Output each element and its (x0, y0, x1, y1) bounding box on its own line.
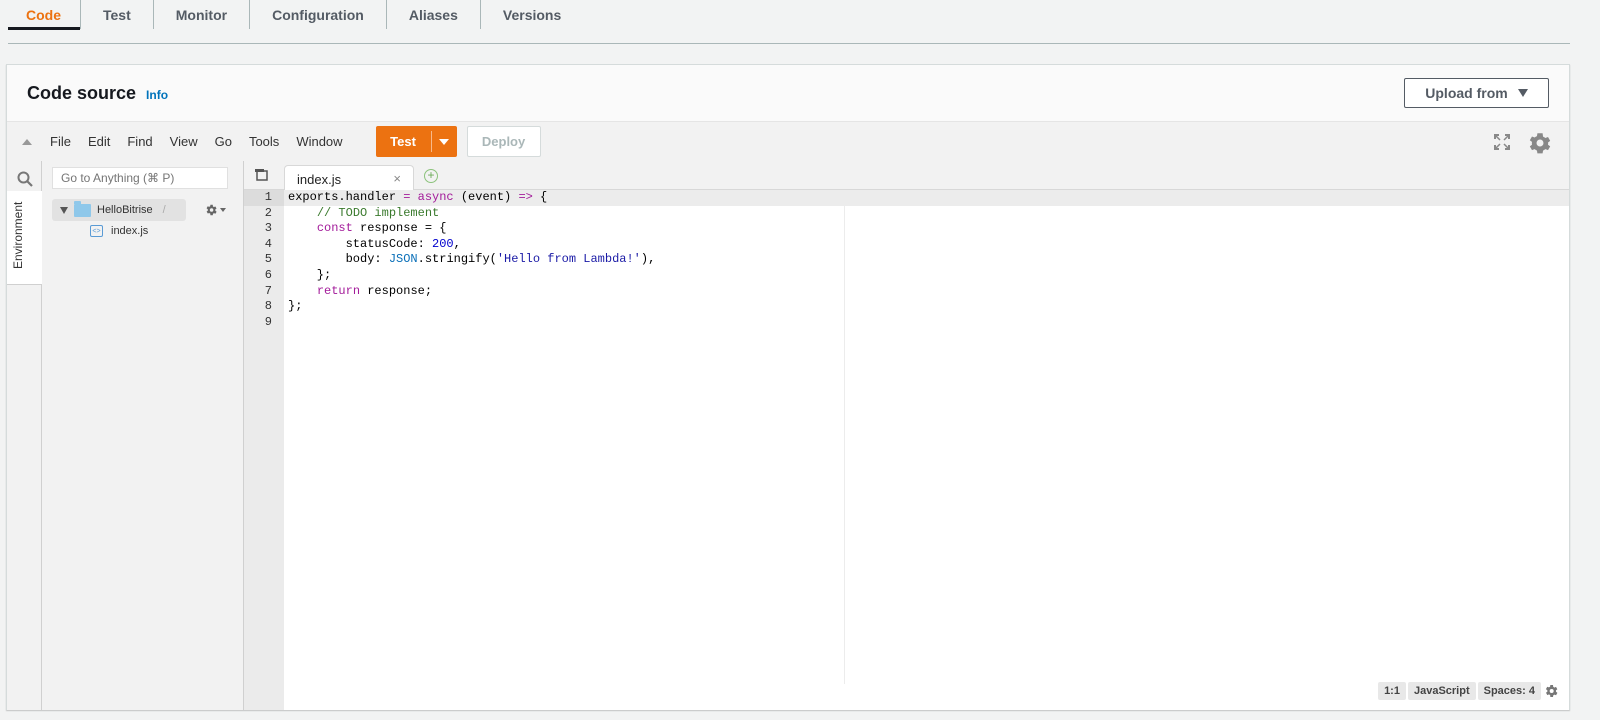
code-line: statusCode: 200, (288, 236, 461, 251)
line-number: 6 (264, 267, 272, 282)
environment-tab[interactable]: Environment (7, 191, 42, 285)
test-button-label: Test (376, 131, 432, 152)
menu-go[interactable]: Go (215, 134, 232, 149)
file-name: index.js (111, 225, 149, 237)
tab-code[interactable]: Code (8, 0, 81, 30)
code-line: // TODO implement (316, 205, 440, 220)
gear-icon[interactable] (1543, 683, 1559, 699)
code-line: return response; (316, 283, 433, 298)
tree-file-index[interactable]: <> index.js (90, 225, 148, 237)
indent-setting[interactable]: Spaces: 4 (1477, 682, 1541, 700)
info-link[interactable]: Info (146, 88, 168, 102)
file-tree: HelloBitrise / <> index.js (42, 161, 244, 710)
panel-title: Code source (27, 82, 137, 103)
deploy-button[interactable]: Deploy (466, 126, 541, 157)
test-dropdown-icon[interactable] (432, 138, 457, 145)
editor-status-bar: 1:1 JavaScript Spaces: 4 (1378, 681, 1559, 701)
tab-index-js[interactable]: index.js × (284, 165, 414, 191)
code-source-panel: Code source Info Upload from File Edit F… (6, 64, 1570, 710)
environment-label: Environment (11, 201, 25, 269)
editor-tab-bar: index.js × + (244, 161, 1569, 191)
line-number: 4 (264, 236, 272, 251)
folder-icon (74, 200, 91, 217)
js-file-icon: <> (90, 225, 103, 237)
go-to-anything-input[interactable] (52, 167, 228, 189)
panel-header: Code source Info Upload from (7, 65, 1569, 121)
caret-down-icon (1517, 89, 1528, 97)
tab-label: index.js (297, 172, 342, 187)
menu-window[interactable]: Window (296, 134, 342, 149)
code-editor[interactable]: exports.handler = async (event) => { // … (284, 190, 1569, 710)
tab-test[interactable]: Test (81, 0, 154, 29)
left-rail: Environment (7, 161, 42, 710)
print-margin (844, 190, 845, 684)
root-separator: / (162, 204, 166, 216)
language-mode[interactable]: JavaScript (1407, 682, 1476, 700)
line-number: 5 (264, 252, 272, 267)
add-tab-icon[interactable]: + (424, 169, 438, 183)
menu-find[interactable]: Find (127, 134, 152, 149)
fullscreen-icon[interactable] (1493, 133, 1511, 151)
tab-monitor[interactable]: Monitor (154, 0, 251, 29)
upload-from-label: Upload from (1425, 85, 1508, 101)
tab-versions[interactable]: Versions (481, 0, 583, 29)
code-line: const response = { (316, 221, 447, 236)
search-icon[interactable] (17, 171, 33, 187)
code-line: exports.handler = async (event) => { (284, 190, 1569, 206)
ide-toolbar: File Edit Find View Go Tools Window Test… (7, 121, 1569, 161)
menu-file[interactable]: File (50, 134, 71, 149)
line-number: 3 (264, 221, 272, 236)
gear-icon[interactable] (1527, 130, 1553, 156)
line-number: 2 (264, 205, 272, 220)
tab-configuration[interactable]: Configuration (250, 0, 387, 29)
cursor-position[interactable]: 1:1 (1378, 682, 1406, 700)
code-line: body: JSON.stringify('Hello from Lambda!… (288, 252, 656, 267)
expand-triangle-icon[interactable] (60, 206, 68, 214)
line-number: 8 (264, 299, 272, 314)
function-tabs: Code Test Monitor Configuration Aliases … (8, 0, 1570, 44)
line-number: 9 (264, 314, 272, 329)
menu-view[interactable]: View (170, 134, 198, 149)
collapse-arrow-icon[interactable] (22, 138, 32, 145)
code-line: }; (288, 299, 303, 314)
gear-icon (206, 204, 217, 216)
menu-edit[interactable]: Edit (88, 134, 110, 149)
tab-aliases[interactable]: Aliases (387, 0, 481, 29)
close-icon[interactable]: × (393, 171, 401, 186)
tab-list-icon[interactable] (254, 169, 268, 181)
line-number: 7 (264, 283, 272, 298)
line-number: 1 (244, 190, 284, 206)
menu-tools[interactable]: Tools (249, 134, 279, 149)
tree-settings-icon[interactable] (204, 203, 226, 217)
caret-down-icon (220, 208, 226, 212)
test-button[interactable]: Test (375, 126, 457, 157)
code-line: }; (288, 267, 332, 282)
upload-from-button[interactable]: Upload from (1404, 78, 1549, 108)
root-folder-name: HelloBitrise (97, 204, 153, 216)
line-number-gutter: 1 2 3 4 5 6 7 8 9 (244, 190, 284, 710)
tree-root-folder[interactable]: HelloBitrise / (52, 199, 186, 221)
